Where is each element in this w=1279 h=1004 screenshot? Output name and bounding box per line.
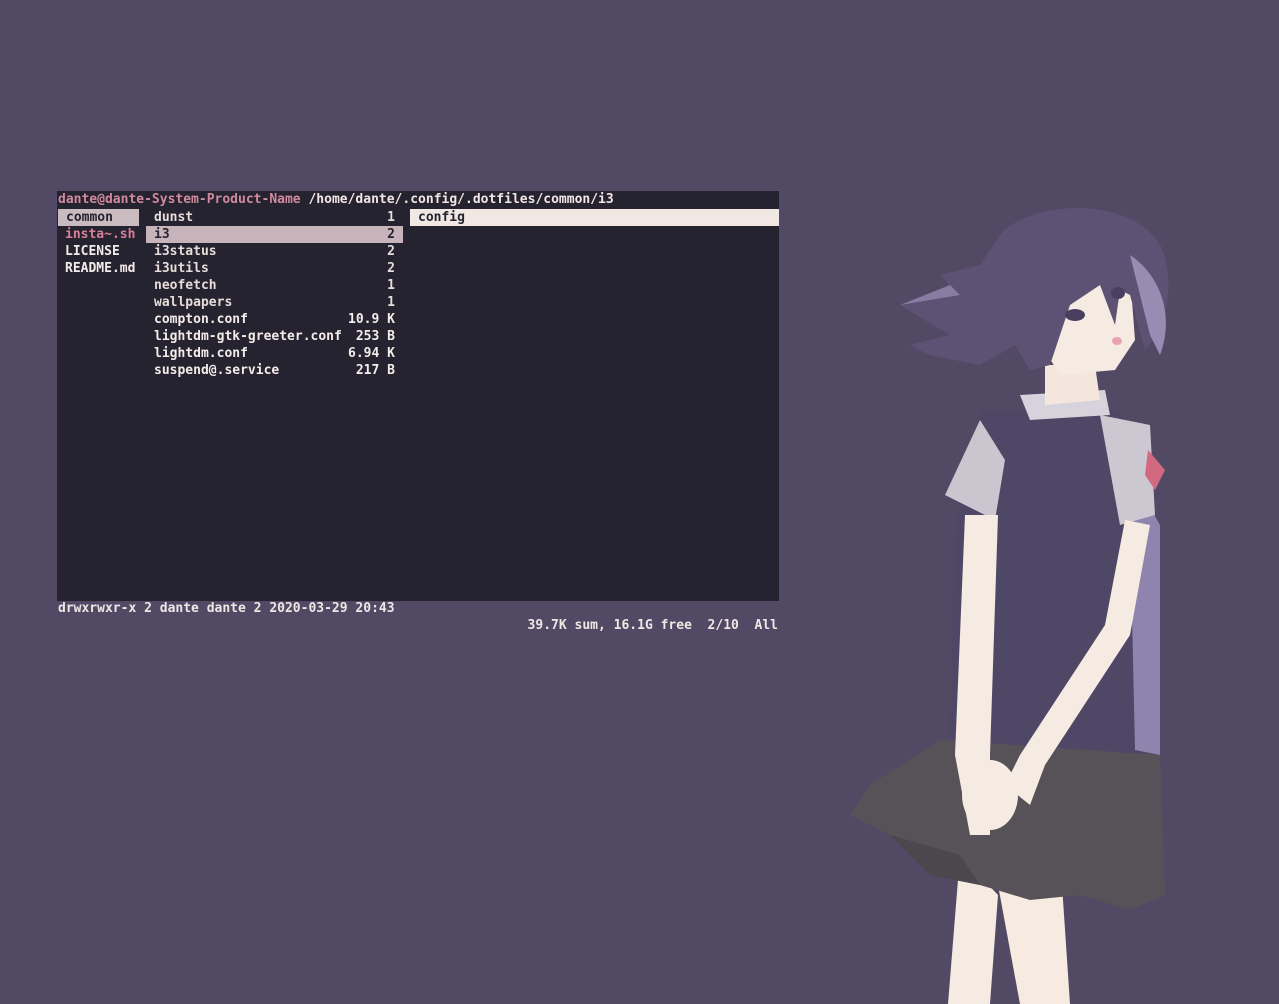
file-list-item-size: 10.9 K xyxy=(348,312,395,327)
file-list-item[interactable]: i3utils 2 xyxy=(146,260,403,277)
file-list-item-size: 6.94 K xyxy=(348,346,395,361)
parent-dir-item[interactable]: common xyxy=(58,209,139,226)
title-host: dante@dante-System-Product-Name xyxy=(58,192,301,207)
status-file-info: drwxrwxr-x 2 dante dante 2 2020-03-29 20… xyxy=(58,601,395,616)
title-path: /home/dante/.config/.dotfiles/common/i3 xyxy=(300,192,614,207)
preview-item[interactable]: config xyxy=(410,209,779,226)
parent-dir-item-name: LICENSE xyxy=(65,244,120,259)
preview-item-name: config xyxy=(418,210,465,225)
file-list-item-name: wallpapers xyxy=(154,295,233,310)
file-list-item-name: i3 xyxy=(154,227,170,242)
parent-dir-item-name: insta~.sh xyxy=(65,227,136,242)
file-list-item[interactable]: suspend@.service 217 B xyxy=(146,362,403,379)
parent-dir-item[interactable]: insta~.sh xyxy=(57,226,147,243)
file-list-item-size: 2 xyxy=(387,227,395,242)
file-list-item-name: suspend@.service xyxy=(154,363,280,378)
file-list-item[interactable]: i3status 2 xyxy=(146,243,403,260)
file-list-item-name: lightdm.conf xyxy=(154,346,248,361)
file-list-item-name: dunst xyxy=(154,210,194,225)
file-list-item[interactable]: lightdm.conf 6.94 K xyxy=(146,345,403,362)
file-list-item-size: 2 xyxy=(387,244,395,259)
file-list-item[interactable]: neofetch 1 xyxy=(146,277,403,294)
terminal-window[interactable]: dante@dante-System-Product-Name /home/da… xyxy=(57,191,779,633)
file-list-item-size: 253 B xyxy=(355,329,395,344)
file-list-item[interactable]: compton.conf 10.9 K xyxy=(146,311,403,328)
file-list-item-name: i3status xyxy=(154,244,217,259)
anime-girl-illustration xyxy=(850,208,1169,1004)
terminal-title: dante@dante-System-Product-Name /home/da… xyxy=(58,191,614,208)
parent-dir-item-name: README.md xyxy=(65,261,136,276)
file-list-item-size: 217 B xyxy=(355,363,395,378)
status-summary: 39.7K sum, 16.1G free 2/10 All xyxy=(527,618,778,633)
file-list-item[interactable]: dunst 1 xyxy=(146,209,403,226)
desktop: dante@dante-System-Product-Name /home/da… xyxy=(0,0,1279,1004)
file-list-item-size: 1 xyxy=(387,210,395,225)
file-list-item-name: neofetch xyxy=(154,278,217,293)
file-list-item[interactable]: wallpapers 1 xyxy=(146,294,403,311)
file-list-item[interactable]: lightdm-gtk-greeter.conf 253 B xyxy=(146,328,403,345)
file-list-item-name: i3utils xyxy=(154,261,209,276)
parent-directory-column: common insta~.sh LICENSE README.md xyxy=(57,209,147,277)
current-directory-column: dunst 1 i3 2 i3status 2 i3utils 2 neofetch 1 wallp… xyxy=(146,209,403,379)
parent-dir-item-name: common xyxy=(66,210,113,225)
file-list-item-size: 2 xyxy=(387,261,395,276)
status-bar: drwxrwxr-x 2 dante dante 2 2020-03-29 20… xyxy=(58,583,778,633)
parent-dir-item[interactable]: README.md xyxy=(57,260,147,277)
parent-dir-item[interactable]: LICENSE xyxy=(57,243,147,260)
file-list-item-size: 1 xyxy=(387,295,395,310)
file-list-item-size: 1 xyxy=(387,278,395,293)
file-list-item-name: compton.conf xyxy=(154,312,248,327)
file-list-item-name: lightdm-gtk-greeter.conf xyxy=(154,329,342,344)
preview-column: config xyxy=(410,209,779,226)
file-list-item[interactable]: i3 2 xyxy=(146,226,403,243)
